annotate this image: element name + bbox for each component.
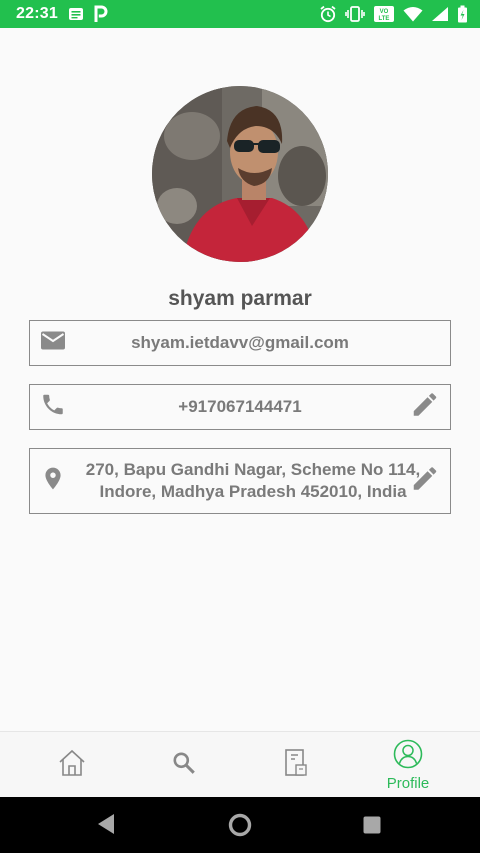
svg-text:VO: VO xyxy=(380,9,389,15)
profile-icon xyxy=(393,739,423,774)
edit-address-icon[interactable] xyxy=(410,464,440,499)
svg-text:LTE: LTE xyxy=(379,16,390,22)
wifi-icon xyxy=(403,6,423,22)
nav-label-profile: Profile xyxy=(386,774,430,792)
alarm-icon xyxy=(319,5,337,23)
profile-screen: shyam parmar shyam.ietdavv@gmail.com +91… xyxy=(0,28,480,731)
back-icon[interactable] xyxy=(96,813,116,840)
profile-avatar[interactable] xyxy=(152,86,328,262)
location-pin-icon xyxy=(40,465,66,498)
bottom-nav: Profile xyxy=(0,731,480,797)
nav-item-orders[interactable] xyxy=(236,732,356,798)
email-text: shyam.ietdavv@gmail.com xyxy=(131,333,349,352)
status-time: 22:31 xyxy=(16,5,58,22)
battery-icon xyxy=(457,5,468,23)
search-icon xyxy=(171,750,197,781)
orders-icon xyxy=(282,748,310,783)
edit-phone-icon[interactable] xyxy=(410,390,440,425)
status-bar: 22:31 VO LTE xyxy=(0,0,480,28)
phone-text: +917067144471 xyxy=(178,397,302,416)
recents-icon[interactable] xyxy=(362,815,382,840)
parking-app-icon xyxy=(94,5,108,23)
address-text: 270, Bapu Gandhi Nagar, Scheme No 114, I… xyxy=(85,460,421,501)
address-field: 270, Bapu Gandhi Nagar, Scheme No 114, I… xyxy=(29,448,451,514)
email-icon xyxy=(40,330,66,357)
home-icon xyxy=(57,748,87,783)
volte-icon: VO LTE xyxy=(373,5,395,23)
nav-item-profile[interactable]: Profile xyxy=(348,732,468,798)
email-field: shyam.ietdavv@gmail.com xyxy=(29,320,451,366)
nav-item-home[interactable] xyxy=(12,732,132,798)
vibrate-icon xyxy=(345,5,365,23)
home-circle-icon[interactable] xyxy=(228,813,252,842)
avatar-photo xyxy=(152,86,328,262)
nav-item-search[interactable] xyxy=(124,732,244,798)
signal-icon xyxy=(431,6,449,22)
phone-icon xyxy=(40,392,66,423)
notes-icon xyxy=(68,6,84,22)
phone-field: +917067144471 xyxy=(29,384,451,430)
profile-name: shyam parmar xyxy=(168,287,312,310)
system-nav-bar xyxy=(0,797,480,853)
